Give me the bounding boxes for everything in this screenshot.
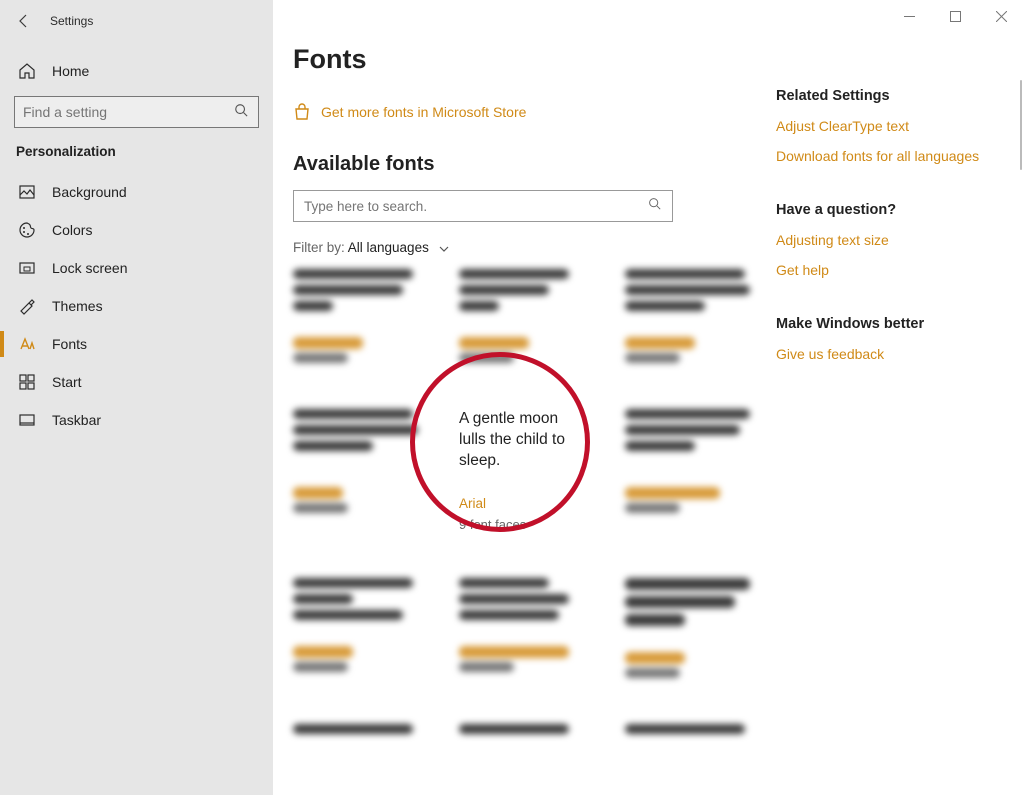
sidebar-item-lockscreen[interactable]: Lock screen xyxy=(0,249,273,287)
filter-label: Filter by: xyxy=(293,240,348,255)
font-card-blurred[interactable] xyxy=(293,724,443,740)
store-link[interactable]: Get more fonts in Microsoft Store xyxy=(293,103,756,121)
palette-icon xyxy=(18,221,36,239)
filter-value: All languages xyxy=(348,240,429,255)
link-adjust-cleartype[interactable]: Adjust ClearType text xyxy=(776,118,996,134)
home-icon xyxy=(18,62,36,80)
content-column: Fonts Get more fonts in Microsoft Store … xyxy=(293,44,756,795)
font-card-arial[interactable]: A gentle moon lulls the child to sleep. … xyxy=(459,409,609,532)
font-name: Arial xyxy=(459,496,609,511)
question-heading: Have a question? xyxy=(776,202,996,218)
sidebar-item-colors[interactable]: Colors xyxy=(0,211,273,249)
sidebar-nav: Background Colors Lock screen Themes Fon… xyxy=(0,173,273,439)
fonts-icon xyxy=(18,335,36,353)
sidebar-item-label: Taskbar xyxy=(52,412,101,428)
sidebar-item-background[interactable]: Background xyxy=(0,173,273,211)
font-search[interactable] xyxy=(293,190,673,222)
vertical-scrollbar[interactable] xyxy=(1010,80,1024,795)
picture-icon xyxy=(18,183,36,201)
sidebar-search-input[interactable] xyxy=(23,104,234,120)
page-title: Fonts xyxy=(293,44,756,75)
font-card-blurred[interactable] xyxy=(293,578,443,678)
font-card-blurred[interactable] xyxy=(293,269,443,363)
sidebar-item-label: Background xyxy=(52,184,127,200)
sidebar-item-label: Themes xyxy=(52,298,103,314)
link-download-fonts[interactable]: Download fonts for all languages xyxy=(776,148,996,164)
font-card-blurred[interactable] xyxy=(459,269,609,363)
font-card-blurred[interactable] xyxy=(625,578,775,678)
related-settings-heading: Related Settings xyxy=(776,88,996,104)
feedback-heading: Make Windows better xyxy=(776,316,996,332)
right-rail: Related Settings Adjust ClearType text D… xyxy=(776,44,996,795)
available-fonts-heading: Available fonts xyxy=(293,153,756,176)
sidebar-item-themes[interactable]: Themes xyxy=(0,287,273,325)
link-feedback[interactable]: Give us feedback xyxy=(776,346,996,362)
font-card-blurred[interactable] xyxy=(293,409,443,532)
sidebar-item-label: Fonts xyxy=(52,336,87,352)
store-link-label: Get more fonts in Microsoft Store xyxy=(321,104,526,120)
sidebar-section-label: Personalization xyxy=(0,138,273,173)
lockscreen-icon xyxy=(18,259,36,277)
filter-dropdown[interactable]: Filter by: All languages xyxy=(293,240,756,255)
close-button[interactable] xyxy=(978,0,1024,32)
taskbar-icon xyxy=(18,411,36,429)
store-icon xyxy=(293,103,311,121)
search-icon xyxy=(648,197,662,215)
window-title: Settings xyxy=(50,14,93,28)
sidebar-item-label: Lock screen xyxy=(52,260,127,276)
minimize-button[interactable] xyxy=(886,0,932,32)
search-icon xyxy=(234,103,250,122)
question-section: Have a question? Adjusting text size Get… xyxy=(776,202,996,278)
sidebar: Settings Home Personalization Background… xyxy=(0,0,273,795)
feedback-section: Make Windows better Give us feedback xyxy=(776,316,996,362)
themes-icon xyxy=(18,297,36,315)
link-text-size[interactable]: Adjusting text size xyxy=(776,232,996,248)
font-faces-count: 9 font faces xyxy=(459,517,609,532)
home-label: Home xyxy=(52,63,89,79)
main-content: Fonts Get more fonts in Microsoft Store … xyxy=(273,0,1024,795)
link-get-help[interactable]: Get help xyxy=(776,262,996,278)
sidebar-item-start[interactable]: Start xyxy=(0,363,273,401)
back-icon[interactable] xyxy=(16,13,32,29)
home-button[interactable]: Home xyxy=(0,52,273,90)
sidebar-search[interactable] xyxy=(14,96,259,128)
font-search-input[interactable] xyxy=(304,199,648,214)
sidebar-item-label: Colors xyxy=(52,222,92,238)
font-preview-text: A gentle moon lulls the child to sleep. xyxy=(459,409,589,472)
settings-window: Settings Home Personalization Background… xyxy=(0,0,1024,795)
maximize-button[interactable] xyxy=(932,0,978,32)
sidebar-item-label: Start xyxy=(52,374,82,390)
font-card-blurred[interactable] xyxy=(625,724,775,740)
font-card-blurred[interactable] xyxy=(459,724,609,740)
font-card-blurred[interactable] xyxy=(625,269,775,363)
sidebar-header: Settings xyxy=(0,0,273,42)
chevron-down-icon xyxy=(439,240,449,255)
related-settings-section: Related Settings Adjust ClearType text D… xyxy=(776,88,996,164)
window-controls xyxy=(886,0,1024,32)
font-card-blurred[interactable] xyxy=(459,578,609,678)
sidebar-item-fonts[interactable]: Fonts xyxy=(0,325,273,363)
start-icon xyxy=(18,373,36,391)
font-grid: A gentle moon lulls the child to sleep. … xyxy=(293,269,756,740)
sidebar-item-taskbar[interactable]: Taskbar xyxy=(0,401,273,439)
font-card-blurred[interactable] xyxy=(625,409,775,532)
